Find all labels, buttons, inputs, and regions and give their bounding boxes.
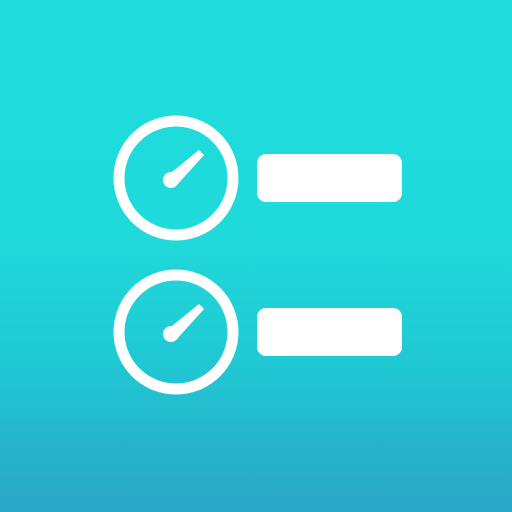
gauge-icon bbox=[110, 112, 242, 244]
list-row-2 bbox=[0, 266, 512, 396]
list-row-1 bbox=[0, 112, 512, 242]
app-icon bbox=[0, 0, 512, 512]
gauge-icon bbox=[110, 266, 242, 398]
list-bar-placeholder bbox=[257, 308, 402, 356]
list-bar-placeholder bbox=[257, 154, 402, 202]
